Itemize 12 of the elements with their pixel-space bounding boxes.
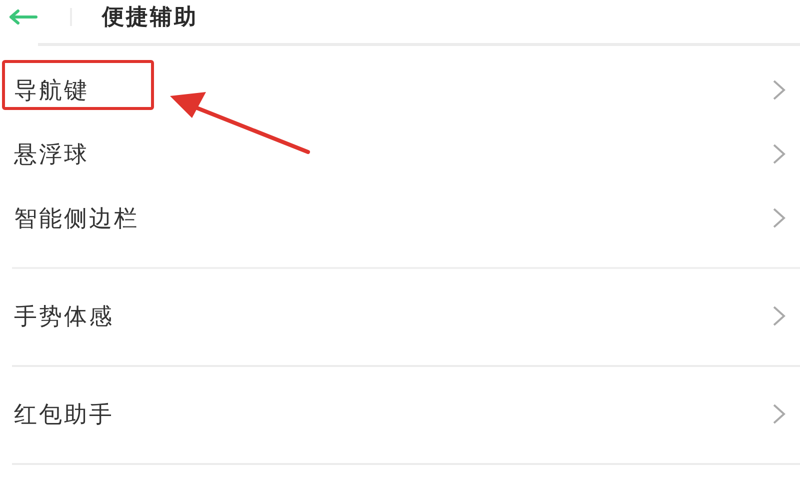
setting-item[interactable]: 悬浮球 bbox=[14, 138, 89, 170]
chevron-right-icon bbox=[772, 403, 786, 425]
setting-item[interactable]: 导航键 bbox=[14, 74, 89, 106]
chevron-right-icon bbox=[772, 79, 786, 101]
setting-item[interactable]: 红包助手 bbox=[14, 398, 114, 430]
setting-item[interactable]: 智能侧边栏 bbox=[14, 202, 139, 234]
setting-item[interactable]: 手势体感 bbox=[14, 300, 114, 332]
page-title: 便捷辅助 bbox=[102, 4, 198, 32]
chevron-right-icon bbox=[772, 143, 786, 165]
chevron-right-icon bbox=[772, 305, 786, 327]
chevron-right-icon bbox=[772, 207, 786, 229]
back-arrow-icon[interactable] bbox=[8, 9, 38, 25]
